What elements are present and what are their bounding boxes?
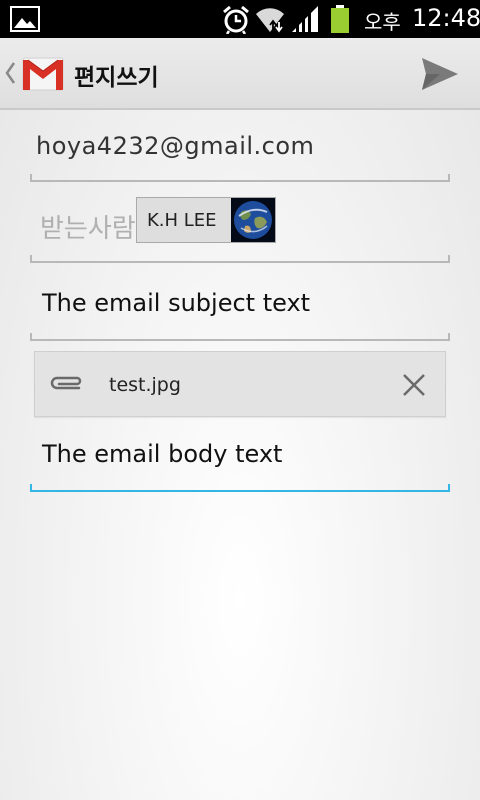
- alarm-icon: [223, 5, 249, 34]
- recipient-name: K.H LEE: [147, 210, 217, 231]
- gmail-icon[interactable]: [20, 50, 66, 96]
- status-ampm: 오후: [364, 10, 401, 34]
- battery-icon: [331, 5, 349, 33]
- send-icon[interactable]: [420, 56, 460, 92]
- attachment-name: test.jpg: [109, 374, 181, 396]
- paperclip-icon: [50, 376, 82, 390]
- subject-field[interactable]: The email subject text: [30, 263, 450, 341]
- status-time: 12:48: [412, 4, 480, 32]
- attachment-item[interactable]: test.jpg: [34, 351, 446, 417]
- body-text: The email body text: [42, 440, 283, 468]
- wifi-icon: [256, 8, 284, 33]
- close-icon[interactable]: [401, 372, 427, 398]
- up-chevron-icon[interactable]: [4, 60, 16, 86]
- screen-title: 편지쓰기: [74, 65, 159, 91]
- to-field[interactable]: 받는사람 K.H LEE: [30, 182, 450, 263]
- contact-avatar: [231, 198, 275, 242]
- to-label: 받는사람: [40, 214, 136, 244]
- subject-text: The email subject text: [42, 289, 311, 317]
- signal-icon: [292, 6, 318, 32]
- body-field[interactable]: The email body text: [30, 420, 450, 492]
- status-bar: 오후 12:48: [0, 0, 480, 38]
- from-address: hoya4232@gmail.com: [36, 132, 315, 160]
- from-field[interactable]: hoya4232@gmail.com: [30, 110, 450, 182]
- recipient-chip[interactable]: K.H LEE: [136, 197, 276, 243]
- gallery-icon: [10, 6, 40, 32]
- action-bar: 편지쓰기: [0, 38, 480, 110]
